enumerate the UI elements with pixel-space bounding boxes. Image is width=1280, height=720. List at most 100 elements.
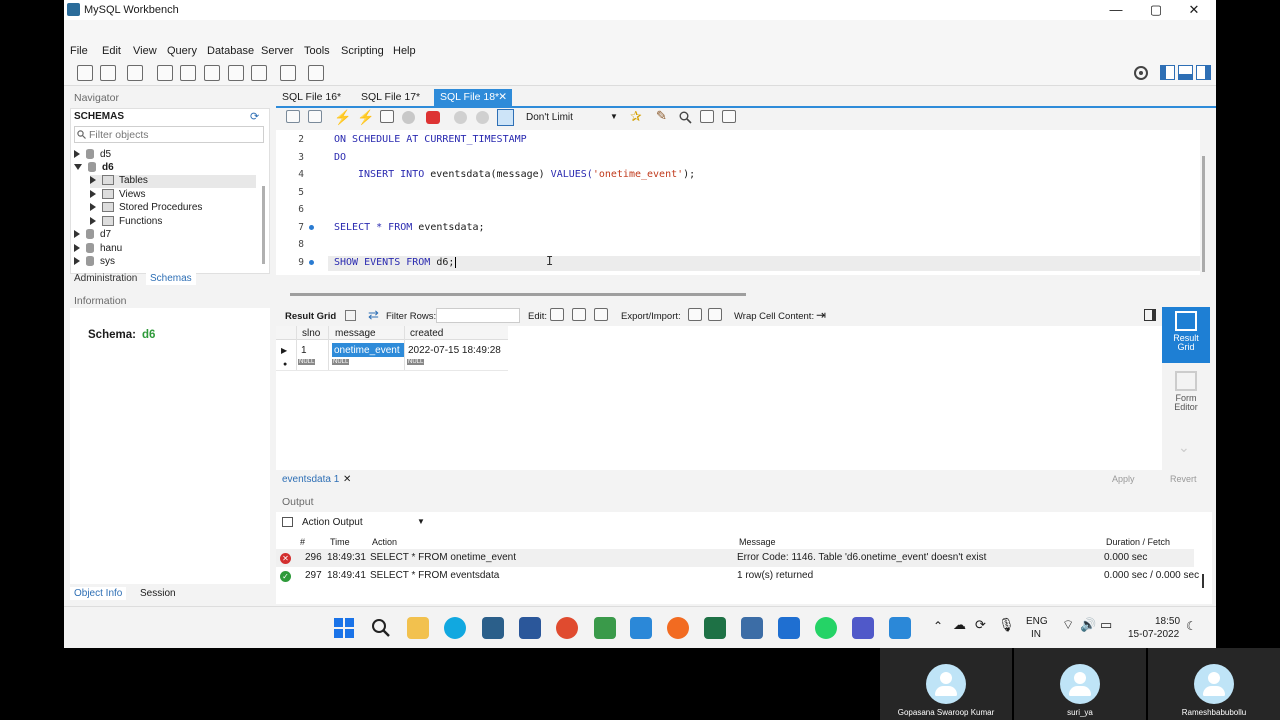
inspector-icon[interactable] [127,65,143,81]
tree-item-tables[interactable]: Tables [90,175,256,188]
wrap-cell-icon[interactable]: ⇥ [816,308,826,322]
expand-arrow-icon[interactable] [90,190,96,199]
beautify-broom-icon[interactable]: ✎ [656,108,667,124]
column-header-message[interactable]: message [335,328,376,339]
result-grid-side-button[interactable]: Result Grid [1162,307,1210,363]
skype-icon[interactable] [444,617,466,639]
region-indicator[interactable]: IN [1031,629,1041,640]
postman-icon[interactable] [667,617,689,639]
edit-row-icon[interactable] [550,308,564,321]
menu-file[interactable]: File [70,45,88,57]
tree-item-stored-procedures[interactable]: Stored Procedures [90,202,202,215]
tab-administration[interactable]: Administration [74,273,137,284]
collapse-arrow-icon[interactable] [74,164,82,171]
close-result-tab-icon[interactable]: ✕ [343,474,351,485]
column-header-slno[interactable]: slno [302,328,320,339]
menu-tools[interactable]: Tools [304,45,330,57]
tab-schemas[interactable]: Schemas [146,272,196,285]
cloud-icon[interactable]: ☁ [953,617,966,633]
file-explorer-icon[interactable] [407,617,429,639]
expand-arrow-icon[interactable] [90,203,96,212]
sql-editor[interactable]: 2 ON SCHEDULE AT CURRENT_TIMESTAMP 3 DO … [276,130,1200,275]
tree-item-functions[interactable]: Functions [90,216,162,229]
form-editor-side-button[interactable]: Form Editor [1162,369,1210,419]
delete-row-icon[interactable] [594,308,608,321]
notifications-icon[interactable]: ☾ [1186,619,1197,633]
find-icon[interactable] [679,111,692,124]
null-badge[interactable]: NULL [298,359,316,365]
search-icon[interactable] [370,617,392,639]
expand-arrow-icon[interactable] [90,217,96,226]
settings-gear-icon[interactable] [1133,65,1149,81]
chevron-up-icon[interactable]: ⌃ [933,619,943,633]
cell-message[interactable]: onetime_event [332,343,404,357]
null-badge[interactable]: NULL [332,359,350,365]
menu-edit[interactable]: Edit [102,45,121,57]
toggle-panel-icon[interactable] [1144,309,1156,321]
filter-rows-input[interactable] [436,308,520,323]
maximize-button[interactable]: ▢ [1141,2,1171,18]
cell-slno[interactable]: 1 [301,345,307,356]
refresh-schemas-icon[interactable]: ⟳ [250,110,259,123]
editor-vertical-scrollbar[interactable] [1202,156,1205,272]
expand-arrow-icon[interactable] [74,244,80,253]
tab-sql-file-18[interactable]: SQL File 18* ✕ [434,89,512,106]
volume-icon[interactable]: 🔊 [1080,617,1096,633]
stop-on-error-icon[interactable] [426,111,440,124]
chevron-down-icon[interactable]: ▼ [417,517,425,526]
output-type-select[interactable]: Action Output [302,517,363,528]
teams-icon[interactable] [852,617,874,639]
vscode-icon[interactable] [630,617,652,639]
windows-start-icon[interactable] [333,617,355,639]
create-table-icon[interactable] [180,65,196,81]
filter-objects-input[interactable]: Filter objects [74,126,264,143]
create-schema-icon[interactable] [157,65,173,81]
import-icon[interactable] [708,308,722,321]
expand-arrow-icon[interactable] [90,176,96,185]
app-icon[interactable] [594,617,616,639]
tab-object-info[interactable]: Object Info [70,587,127,600]
open-folder-icon[interactable] [286,110,300,123]
schema-d6[interactable]: d6 [74,162,114,175]
stop-icon[interactable] [402,111,415,124]
explain-magnifier-icon[interactable] [380,110,394,123]
participant-tile[interactable]: Gopasana Swaroop Kumar [880,648,1012,720]
output-scrollbar[interactable] [1202,574,1204,588]
schema-d5[interactable]: d5 [74,149,111,162]
tab-sql-file-17[interactable]: SQL File 17* [355,89,426,106]
toggle-sidebar-icon[interactable] [1160,65,1175,80]
export-icon[interactable] [688,308,702,321]
tab-session[interactable]: Session [140,588,176,599]
rollback-icon[interactable] [476,111,489,124]
toggle-output-icon[interactable] [1178,65,1193,80]
menu-server[interactable]: Server [261,45,293,57]
participant-tile[interactable]: Rameshbabubollu [1148,648,1280,720]
execute-lightning-icon[interactable]: ⚡ [334,109,351,126]
clock-time[interactable]: 18:50 [1155,616,1180,627]
schema-d7[interactable]: d7 [74,229,111,242]
menu-database[interactable]: Database [207,45,254,57]
create-procedure-icon[interactable] [228,65,244,81]
autocommit-toggle-icon[interactable] [497,109,514,126]
result-tab-eventsdata[interactable]: eventsdata 1 [282,474,339,485]
schema-sys[interactable]: sys [74,256,115,269]
media-player-icon[interactable] [778,617,800,639]
result-grid[interactable]: slno message created ▶ 1 onetime_event 2… [276,326,1162,470]
grid-icon[interactable] [345,310,356,321]
create-function-icon[interactable] [251,65,267,81]
expand-arrow-icon[interactable] [74,150,80,159]
toggle-secondary-sidebar-icon[interactable] [1196,65,1211,80]
schema-hanu[interactable]: hanu [74,243,122,256]
notepad-icon[interactable] [889,617,911,639]
chrome-icon[interactable] [556,617,578,639]
apply-button[interactable]: Apply [1112,474,1135,484]
menu-query[interactable]: Query [167,45,197,57]
column-header-created[interactable]: created [410,328,443,339]
reconnect-icon[interactable] [308,65,324,81]
create-view-icon[interactable] [204,65,220,81]
search-table-data-icon[interactable] [280,65,296,81]
participant-tile[interactable]: suri_ya [1014,648,1146,720]
schemas-scrollbar[interactable] [262,186,265,264]
menu-scripting[interactable]: Scripting [341,45,384,57]
close-window-button[interactable]: ✕ [1179,2,1209,18]
